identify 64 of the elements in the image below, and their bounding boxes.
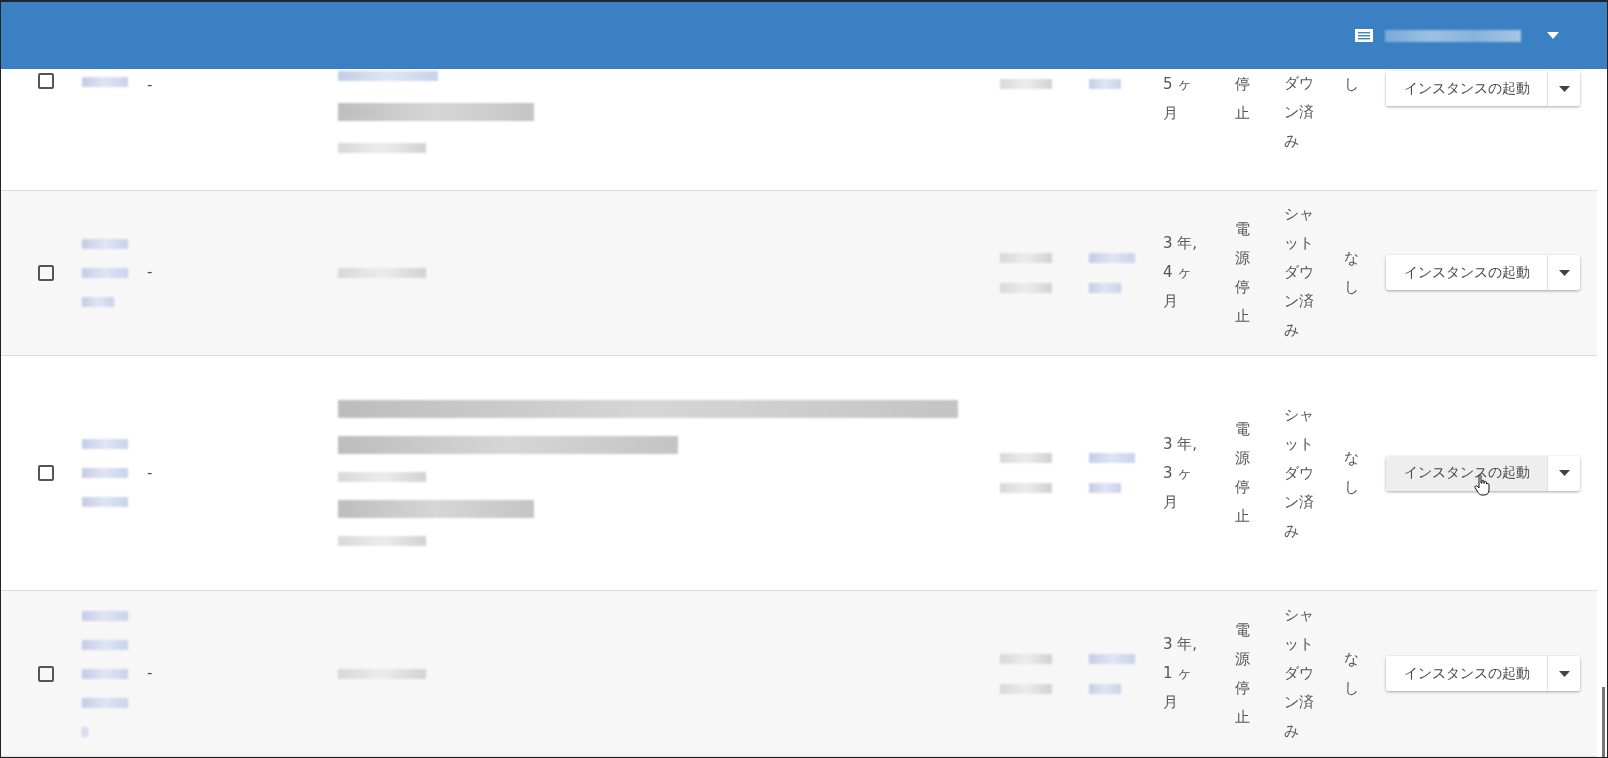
- dropdown-button[interactable]: [1548, 656, 1580, 692]
- shutdown-status-text: シャットダウン済み: [1284, 204, 1315, 342]
- blurred-text: [82, 726, 88, 737]
- blurred-text: [82, 296, 114, 307]
- blurred-text: [82, 497, 128, 508]
- shutdown-status-text: シャットダウン済み: [1284, 605, 1315, 743]
- blurred-text: [82, 267, 128, 278]
- alarm-text: し: [1344, 74, 1360, 95]
- caret-icon: [1558, 670, 1570, 677]
- power-status-text: 電源停止: [1235, 218, 1251, 327]
- uptime-text: 3 年, 3 ヶ月: [1163, 433, 1199, 513]
- alarm-text: なし: [1344, 648, 1360, 699]
- start-instance-button[interactable]: インスタンスの起動: [1386, 656, 1548, 692]
- uptime-text: 3 年, 1 ヶ月: [1163, 634, 1199, 714]
- blurred-text: [1000, 453, 1052, 464]
- alarm-text: なし: [1344, 247, 1360, 298]
- dash-text: -: [147, 462, 154, 484]
- checkbox[interactable]: [38, 264, 54, 281]
- uptime-text: 3 年, 4 ヶ月: [1163, 233, 1199, 313]
- caret-icon[interactable]: [1547, 32, 1559, 39]
- blurred-text: [1089, 79, 1121, 89]
- alarm-text: なし: [1344, 448, 1360, 499]
- start-instance-button[interactable]: インスタンスの起動: [1386, 255, 1548, 291]
- blurred-text: [1000, 483, 1052, 494]
- checkbox[interactable]: [38, 73, 54, 89]
- blurred-text: [82, 468, 128, 479]
- blurred-text: [1000, 252, 1052, 263]
- power-status-text: 電源停止: [1235, 619, 1251, 728]
- dropdown-button[interactable]: [1548, 255, 1580, 291]
- list-icon[interactable]: [1355, 29, 1373, 42]
- start-instance-button[interactable]: インスタンスの起動: [1386, 71, 1548, 106]
- shutdown-status-text: シャットダウン済み: [1284, 404, 1315, 542]
- checkbox[interactable]: [38, 465, 54, 482]
- dash-text: -: [147, 75, 154, 96]
- power-status-text: 電源停止: [1235, 419, 1251, 528]
- blurred-text: [82, 668, 128, 679]
- dropdown-button[interactable]: [1548, 455, 1580, 491]
- blurred-text: [1089, 483, 1121, 494]
- checkbox[interactable]: [38, 665, 54, 682]
- blurred-text: [1000, 282, 1052, 293]
- blurred-text: [82, 238, 128, 249]
- shutdown-status-text: ダウン済み: [1284, 73, 1315, 152]
- caret-icon: [1558, 85, 1570, 92]
- blurred-text: [1089, 683, 1121, 694]
- blurred-text: [1000, 683, 1052, 694]
- blurred-text: [82, 697, 128, 708]
- uptime-text: 5 ヶ月: [1163, 74, 1194, 124]
- dash-text: -: [147, 663, 154, 685]
- blurred-text: [1089, 453, 1135, 464]
- blurred-text: [1000, 79, 1052, 89]
- blurred-text: [1089, 653, 1135, 664]
- power-status-text: 停止: [1235, 74, 1251, 124]
- blurred-text: [82, 439, 128, 450]
- caret-icon: [1558, 470, 1570, 477]
- scrollbar-thumb[interactable]: [1602, 687, 1605, 757]
- blurred-text: [1089, 282, 1121, 293]
- dash-text: -: [147, 262, 154, 284]
- blurred-text: [82, 639, 128, 650]
- caret-icon: [1558, 269, 1570, 276]
- blurred-text: [1089, 252, 1135, 263]
- dropdown-button[interactable]: [1548, 71, 1580, 106]
- blurred-text: [82, 610, 128, 621]
- blurred-text: [82, 77, 128, 87]
- blurred-text: [1000, 653, 1052, 664]
